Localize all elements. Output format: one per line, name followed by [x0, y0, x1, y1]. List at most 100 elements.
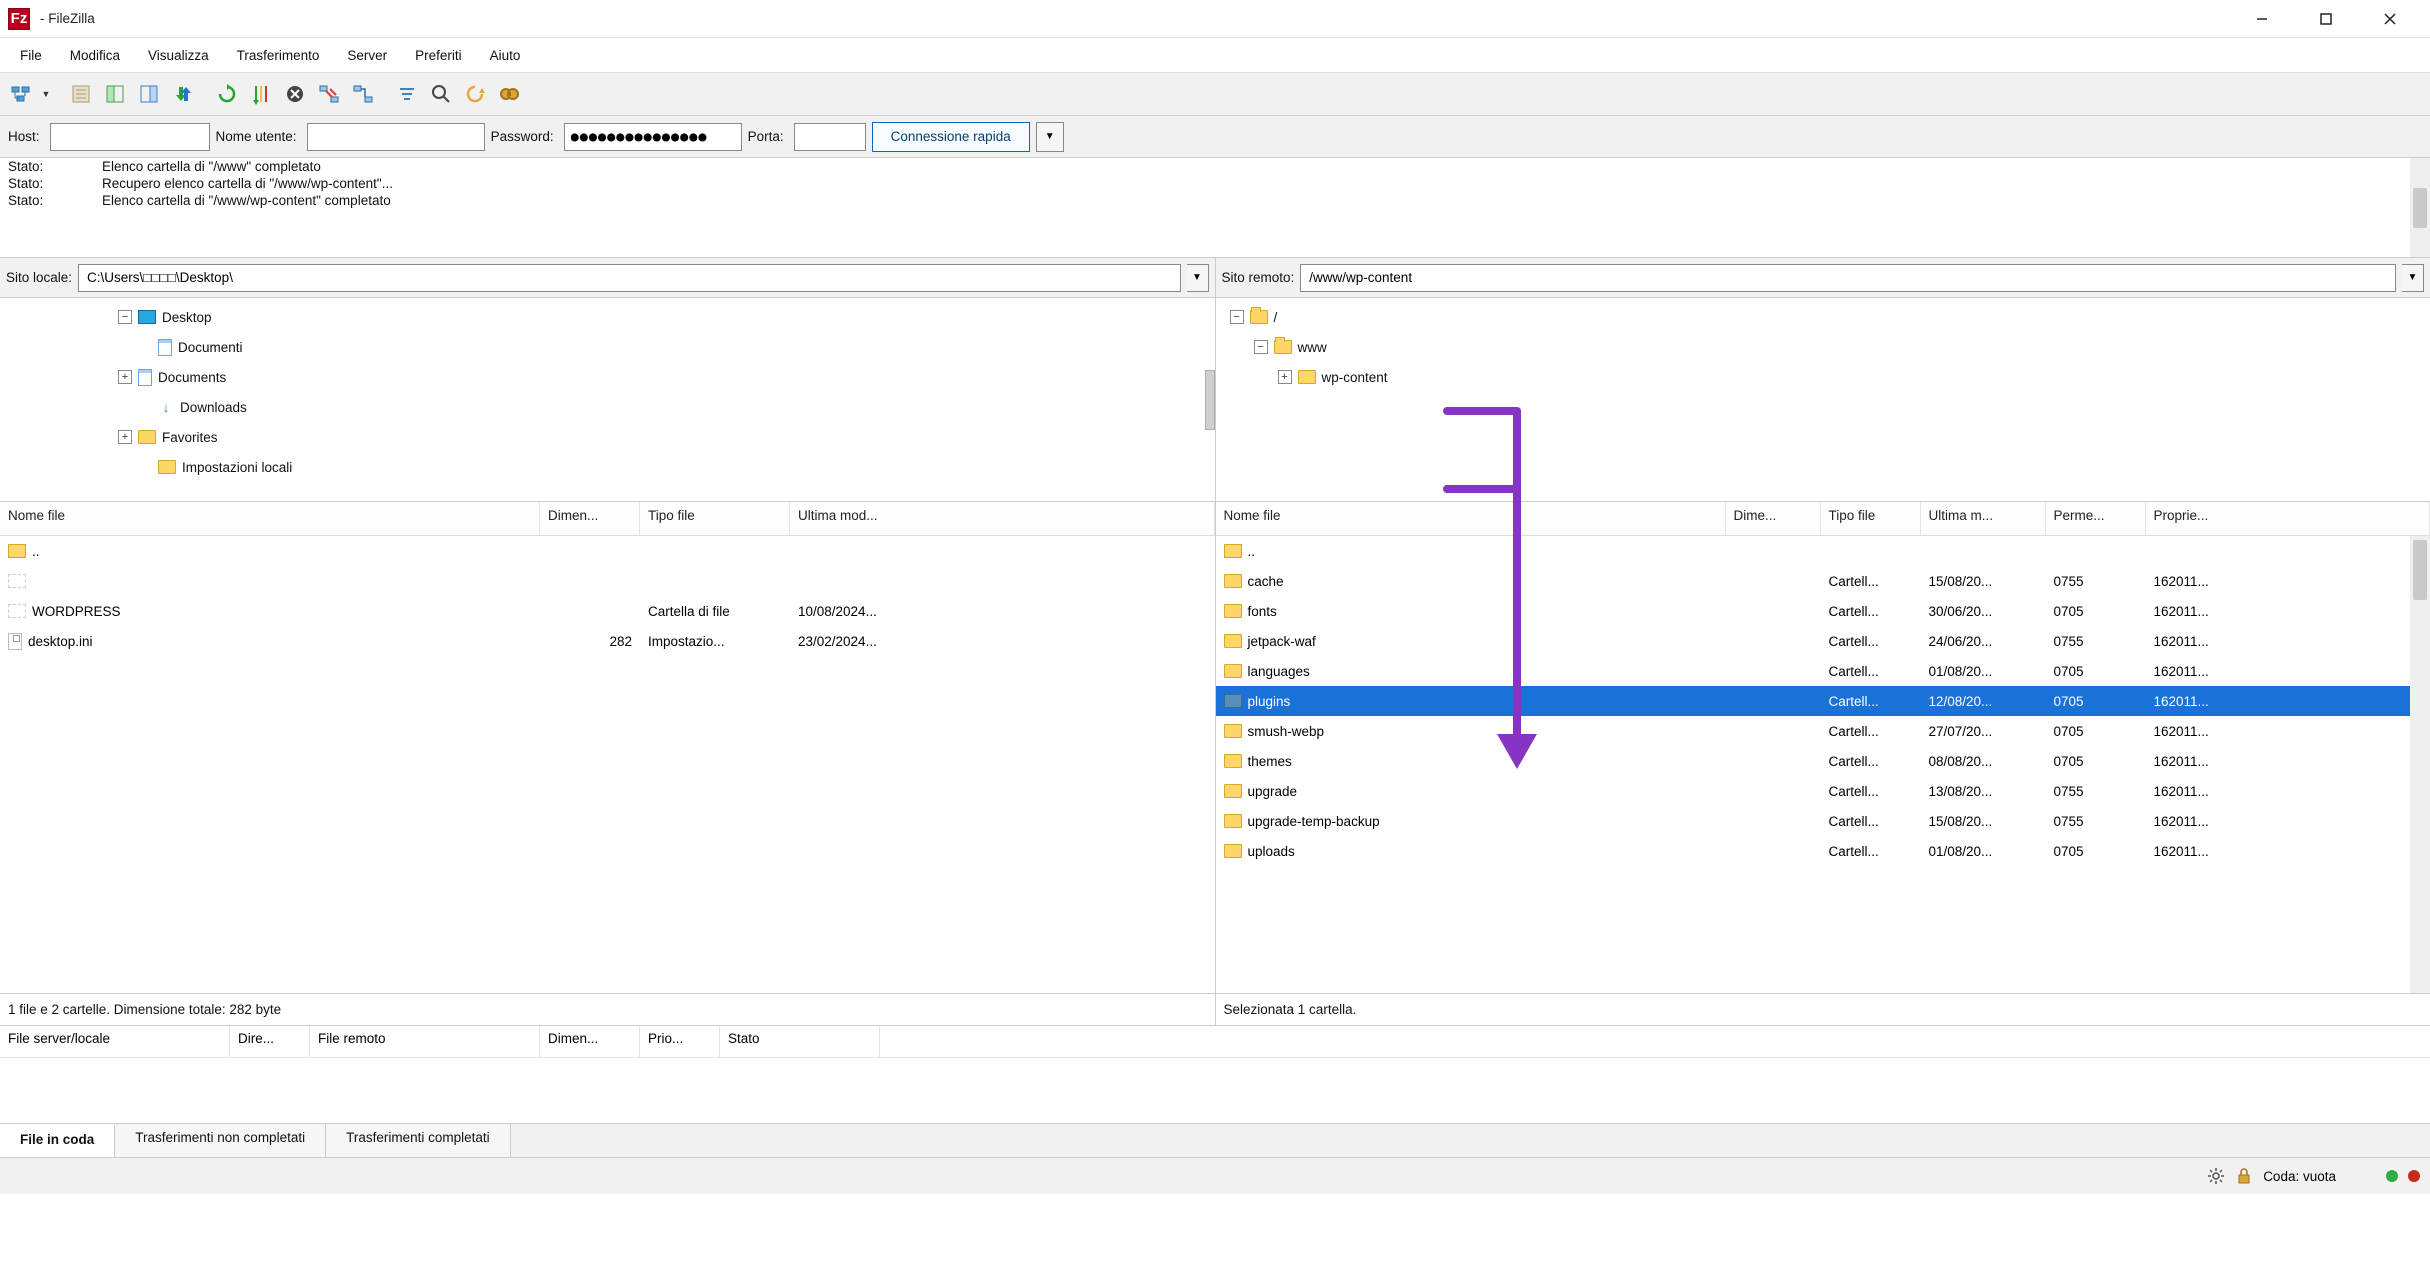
toggle-log-button[interactable]: [66, 79, 96, 109]
toggle-local-tree-button[interactable]: [100, 79, 130, 109]
remote-path-bar: Sito remoto: ▼: [1216, 258, 2430, 298]
list-item[interactable]: languagesCartell...01/08/20...0705162011…: [1216, 656, 2430, 686]
remote-col-mod[interactable]: Ultima m...: [1921, 502, 2046, 535]
process-queue-button[interactable]: [246, 79, 276, 109]
toggle-queue-button[interactable]: [168, 79, 198, 109]
expander-icon[interactable]: −: [1230, 310, 1244, 324]
tree-item[interactable]: Impostazioni locali: [8, 452, 1207, 482]
menu-transfer[interactable]: Trasferimento: [223, 44, 334, 67]
local-path-input[interactable]: [78, 264, 1180, 292]
menu-view[interactable]: Visualizza: [134, 44, 223, 67]
queue-col[interactable]: File remoto: [310, 1026, 540, 1057]
menu-server[interactable]: Server: [333, 44, 401, 67]
local-tree[interactable]: −DesktopDocumenti+Documents↓Downloads+Fa…: [0, 298, 1215, 502]
local-panel: Sito locale: ▼ −DesktopDocumenti+Documen…: [0, 258, 1216, 1025]
list-item[interactable]: [0, 566, 1215, 596]
expander-icon[interactable]: +: [1278, 370, 1292, 384]
local-col-type[interactable]: Tipo file: [640, 502, 790, 535]
tree-item[interactable]: ↓Downloads: [8, 392, 1207, 422]
local-col-mod[interactable]: Ultima mod...: [790, 502, 1215, 535]
list-item[interactable]: cacheCartell...15/08/20...0755162011...: [1216, 566, 2430, 596]
remote-scrollbar[interactable]: [2410, 536, 2430, 993]
folder-icon: [1224, 754, 1242, 768]
menu-file[interactable]: File: [6, 44, 56, 67]
list-item[interactable]: pluginsCartell...12/08/20...0705162011..…: [1216, 686, 2430, 716]
list-item[interactable]: ..: [0, 536, 1215, 566]
remote-col-perm[interactable]: Perme...: [2046, 502, 2146, 535]
maximize-button[interactable]: [2294, 0, 2358, 38]
list-item[interactable]: desktop.ini282Impostazio...23/02/2024...: [0, 626, 1215, 656]
queue-col[interactable]: Prio...: [640, 1026, 720, 1057]
remote-col-owner[interactable]: Proprie...: [2146, 502, 2430, 535]
list-item[interactable]: ..: [1216, 536, 2430, 566]
filter-button[interactable]: [392, 79, 422, 109]
gear-icon[interactable]: [2207, 1167, 2225, 1185]
list-item[interactable]: upgrade-temp-backupCartell...15/08/20...…: [1216, 806, 2430, 836]
menu-edit[interactable]: Modifica: [56, 44, 134, 67]
tree-item[interactable]: −/: [1224, 302, 2423, 332]
tree-item[interactable]: +Favorites: [8, 422, 1207, 452]
tree-item[interactable]: −Desktop: [8, 302, 1207, 332]
quickconnect-dropdown[interactable]: ▼: [1036, 122, 1064, 152]
local-path-dropdown[interactable]: ▼: [1187, 264, 1209, 292]
tree-item[interactable]: +Documents: [8, 362, 1207, 392]
disconnect-button[interactable]: [314, 79, 344, 109]
toggle-remote-tree-button[interactable]: [134, 79, 164, 109]
folder-icon: [1224, 784, 1242, 798]
remote-tree[interactable]: −/−www+wp-content: [1216, 298, 2430, 502]
tree-item[interactable]: −www: [1224, 332, 2423, 362]
list-item[interactable]: smush-webpCartell...27/07/20...070516201…: [1216, 716, 2430, 746]
lock-icon[interactable]: [2235, 1167, 2253, 1185]
sitemanager-button[interactable]: [6, 79, 36, 109]
folder-icon: [1224, 664, 1242, 678]
tab-queue[interactable]: File in coda: [0, 1124, 115, 1157]
refresh-button[interactable]: [212, 79, 242, 109]
remote-col-type[interactable]: Tipo file: [1821, 502, 1921, 535]
tree-item[interactable]: Documenti: [8, 332, 1207, 362]
queue-col[interactable]: Dimen...: [540, 1026, 640, 1057]
led-error-icon: [2408, 1170, 2420, 1182]
queue-col[interactable]: Dire...: [230, 1026, 310, 1057]
folder-icon: [8, 574, 26, 588]
reconnect-button[interactable]: [348, 79, 378, 109]
sitemanager-dropdown[interactable]: ▼: [40, 79, 52, 109]
tab-successful[interactable]: Trasferimenti completati: [326, 1124, 511, 1157]
queue-col[interactable]: File server/locale: [0, 1026, 230, 1057]
remote-col-name[interactable]: Nome file: [1216, 502, 1726, 535]
local-col-name[interactable]: Nome file: [0, 502, 540, 535]
queue-col[interactable]: Stato: [720, 1026, 880, 1057]
user-input[interactable]: [307, 123, 485, 151]
remote-col-size[interactable]: Dime...: [1726, 502, 1821, 535]
quickconnect-button[interactable]: Connessione rapida: [872, 122, 1030, 152]
compare-button[interactable]: [426, 79, 456, 109]
expander-icon[interactable]: +: [118, 370, 132, 384]
local-list: Nome file Dimen... Tipo file Ultima mod.…: [0, 502, 1215, 1025]
expander-icon[interactable]: −: [1254, 340, 1268, 354]
minimize-button[interactable]: [2230, 0, 2294, 38]
quickconnect-bar: Host: Nome utente: Password: Porta: Conn…: [0, 116, 2430, 158]
sync-button[interactable]: [460, 79, 490, 109]
list-item[interactable]: themesCartell...08/08/20...0705162011...: [1216, 746, 2430, 776]
remote-path-dropdown[interactable]: ▼: [2402, 264, 2424, 292]
host-input[interactable]: [50, 123, 210, 151]
search-remote-button[interactable]: [494, 79, 524, 109]
vertical-splitter[interactable]: [1205, 370, 1215, 430]
local-col-size[interactable]: Dimen...: [540, 502, 640, 535]
tree-item[interactable]: +wp-content: [1224, 362, 2423, 392]
remote-path-input[interactable]: [1300, 264, 2396, 292]
expander-icon[interactable]: −: [118, 310, 132, 324]
tab-failed[interactable]: Trasferimenti non completati: [115, 1124, 326, 1157]
menu-bookmarks[interactable]: Preferiti: [401, 44, 476, 67]
log-scrollbar[interactable]: [2410, 158, 2430, 257]
pass-input[interactable]: [564, 123, 742, 151]
expander-icon[interactable]: +: [118, 430, 132, 444]
list-item[interactable]: jetpack-wafCartell...24/06/20...07551620…: [1216, 626, 2430, 656]
list-item[interactable]: WORDPRESSCartella di file10/08/2024...: [0, 596, 1215, 626]
list-item[interactable]: uploadsCartell...01/08/20...0705162011..…: [1216, 836, 2430, 866]
port-input[interactable]: [794, 123, 866, 151]
menu-help[interactable]: Aiuto: [476, 44, 535, 67]
cancel-button[interactable]: [280, 79, 310, 109]
list-item[interactable]: fontsCartell...30/06/20...0705162011...: [1216, 596, 2430, 626]
list-item[interactable]: upgradeCartell...13/08/20...0755162011..…: [1216, 776, 2430, 806]
close-button[interactable]: [2358, 0, 2422, 38]
